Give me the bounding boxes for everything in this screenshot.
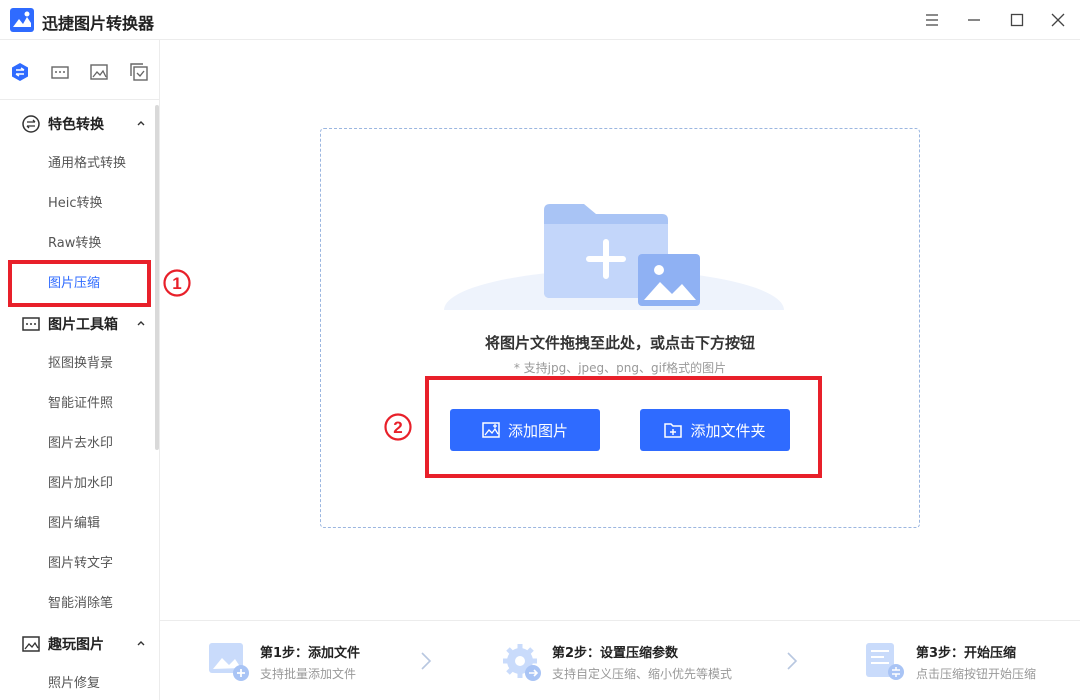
highlight-box-add-buttons — [425, 376, 822, 478]
step-desc: 支持批量添加文件 — [260, 667, 357, 681]
svg-text:1: 1 — [172, 274, 181, 293]
group-label: 趣玩图片 — [48, 637, 104, 653]
group-header-toolbox[interactable]: 图片工具箱 — [22, 312, 152, 336]
app-logo-icon — [10, 8, 34, 32]
sidebar-item-id-photo[interactable]: 智能证件照 — [48, 394, 113, 414]
step-marker-2: 2 — [384, 413, 412, 441]
drop-zone-subtitle: * 支持jpg、jpeg、png、gif格式的图片 — [513, 361, 727, 375]
sidebar-item-raw[interactable]: Raw转换 — [48, 234, 101, 254]
chevron-up-icon — [137, 121, 145, 126]
sidebar-item-photo-repair[interactable]: 照片修复 — [48, 674, 100, 694]
group-label: 特色转换 — [48, 117, 104, 133]
tab-check-icon[interactable] — [129, 62, 149, 82]
sidebar-tabs — [0, 40, 159, 100]
menu-button[interactable] — [920, 8, 944, 32]
sidebar-item-remove-watermark[interactable]: 图片去水印 — [48, 434, 113, 454]
step-title: 第2步：设置压缩参数 — [552, 646, 679, 661]
step-desc: 支持自定义压缩、缩小优先等模式 — [552, 667, 733, 681]
minimize-icon — [968, 19, 980, 21]
tab-toolbox-icon[interactable] — [50, 62, 70, 82]
maximize-icon — [1010, 13, 1024, 27]
sidebar: 特色转换 通用格式转换 Heic转换 Raw转换 图片压缩 图片工具箱 抠图换背… — [0, 40, 160, 700]
highlight-box-compress — [8, 260, 151, 307]
step-desc: 点击压缩按钮开始压缩 — [916, 667, 1037, 681]
maximize-button[interactable] — [1005, 8, 1029, 32]
chevron-up-icon — [137, 641, 145, 646]
add-file-icon — [209, 643, 249, 681]
sidebar-item-image-edit[interactable]: 图片编辑 — [48, 514, 100, 534]
tab-image-icon[interactable] — [89, 62, 109, 82]
sidebar-item-general-format[interactable]: 通用格式转换 — [48, 154, 126, 174]
drop-zone-title: 将图片文件拖拽至此处，或点击下方按钮 — [484, 334, 755, 352]
sidebar-item-cutout[interactable]: 抠图换背景 — [48, 354, 113, 374]
sidebar-scrollbar[interactable] — [155, 105, 159, 450]
chevron-right-icon — [787, 652, 798, 670]
sidebar-item-eraser[interactable]: 智能消除笔 — [48, 594, 113, 614]
hamburger-icon — [926, 14, 938, 26]
settings-gear-icon — [503, 644, 541, 681]
close-button[interactable] — [1046, 8, 1070, 32]
chevron-up-icon — [137, 321, 145, 326]
compress-doc-icon — [866, 643, 904, 680]
step-title: 第1步：添加文件 — [260, 646, 361, 661]
sidebar-item-heic[interactable]: Heic转换 — [48, 194, 103, 214]
chevron-right-icon — [421, 652, 432, 670]
app-title: 迅捷图片转换器 — [42, 14, 155, 33]
group-header-feature-convert[interactable]: 特色转换 — [22, 112, 152, 136]
step-marker-1: 1 — [163, 269, 191, 297]
convert-icon — [22, 115, 40, 133]
svg-text:2: 2 — [393, 418, 402, 437]
group-label: 图片工具箱 — [48, 317, 118, 333]
close-icon — [1051, 13, 1065, 27]
sidebar-item-image-to-text[interactable]: 图片转文字 — [48, 554, 113, 574]
sidebar-item-add-watermark[interactable]: 图片加水印 — [48, 474, 113, 494]
folder-add-icon — [444, 204, 784, 310]
image-icon — [22, 636, 40, 652]
group-header-fun-images[interactable]: 趣玩图片 — [22, 632, 152, 656]
step-title: 第3步：开始压缩 — [916, 646, 1017, 661]
tab-convert-icon[interactable] — [10, 62, 30, 82]
title-bar: 迅捷图片转换器 — [0, 0, 1080, 40]
toolbox-icon — [22, 317, 40, 331]
minimize-button[interactable] — [962, 8, 986, 32]
steps-footer: 第1步：添加文件 支持批量添加文件 第2步：设置压缩参数 支持自定义压缩、缩小优… — [160, 620, 1080, 700]
